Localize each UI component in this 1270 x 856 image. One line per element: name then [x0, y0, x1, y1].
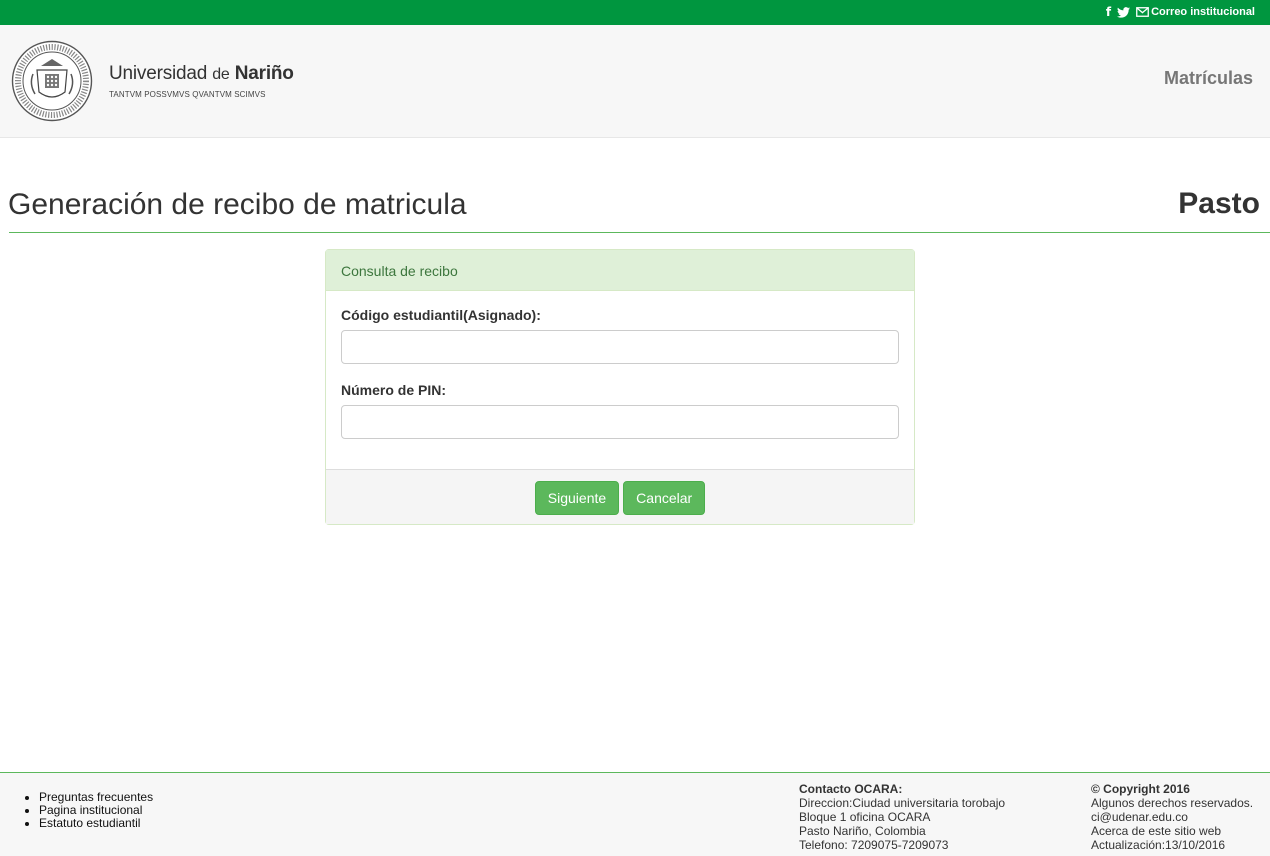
copyright-updated: Actualización:13/10/2016	[1091, 838, 1226, 852]
student-code-label: Código estudiantil(Asignado):	[341, 307, 541, 323]
footer-link-statute[interactable]: Estatuto estudiantil	[39, 817, 153, 830]
site-header: Universidad de Nariño TANTVM POSSVMVS QV…	[0, 25, 1270, 138]
social-links: f Correo institucional	[1106, 5, 1255, 19]
brand-block: Universidad de Nariño TANTVM POSSVMVS QV…	[109, 63, 294, 99]
panel-heading: Consulta de recibo	[326, 250, 914, 291]
contact-address: Direccion:Ciudad universitaria torobajo	[799, 796, 1006, 810]
university-motto: TANTVM POSSVMVS QVANTVM SCIMVS	[109, 90, 266, 99]
panel-body: Código estudiantil(Asignado): Número de …	[326, 291, 914, 469]
cancel-button[interactable]: Cancelar	[623, 480, 706, 515]
panel-footer: Siguiente Cancelar	[326, 469, 914, 524]
copyright-email[interactable]: ci@udenar.edu.co	[1091, 810, 1188, 824]
institutional-mail-link[interactable]: Correo institucional	[1136, 6, 1255, 18]
footer-copyright: © Copyright 2016 Algunos derechos reserv…	[1091, 782, 1253, 852]
brand-name-part2: de	[212, 66, 230, 83]
brand-name-part1: Universidad	[109, 63, 208, 84]
footer-contact: Contacto OCARA: Direccion:Ciudad univers…	[799, 782, 1005, 852]
page-title: Generación de recibo de matricula	[8, 188, 467, 221]
site-footer: Preguntas frecuentes Pagina instituciona…	[0, 772, 1270, 856]
contact-phone: Telefono: 7209075-7209073	[799, 838, 949, 852]
brand-name-part3: Nariño	[234, 63, 294, 84]
copyright-title: © Copyright 2016	[1091, 782, 1190, 796]
campus-label: Pasto	[1178, 187, 1260, 220]
twitter-icon[interactable]	[1117, 6, 1131, 18]
nav-matriculas[interactable]: Matrículas	[1164, 68, 1253, 89]
pin-label: Número de PIN:	[341, 382, 447, 398]
university-seal-logo[interactable]	[11, 40, 93, 122]
contact-title: Contacto OCARA:	[799, 782, 903, 796]
envelope-icon	[1136, 7, 1149, 17]
student-code-input[interactable]	[341, 330, 899, 364]
pin-input[interactable]	[341, 405, 899, 439]
facebook-icon[interactable]: f	[1106, 5, 1111, 19]
copyright-rights: Algunos derechos reservados.	[1091, 796, 1254, 810]
footer-links: Preguntas frecuentes Pagina instituciona…	[39, 791, 153, 830]
title-divider	[9, 232, 1270, 233]
copyright-about[interactable]: Acerca de este sitio web	[1091, 824, 1221, 838]
contact-office: Bloque 1 oficina OCARA	[799, 810, 931, 824]
mail-label: Correo institucional	[1151, 6, 1255, 18]
university-name: Universidad de Nariño	[109, 63, 294, 85]
receipt-query-panel: Consulta de recibo Código estudiantil(As…	[325, 249, 915, 525]
top-bar: f Correo institucional	[0, 0, 1270, 25]
next-button[interactable]: Siguiente	[534, 480, 620, 515]
contact-city: Pasto Nariño, Colombia	[799, 824, 926, 838]
